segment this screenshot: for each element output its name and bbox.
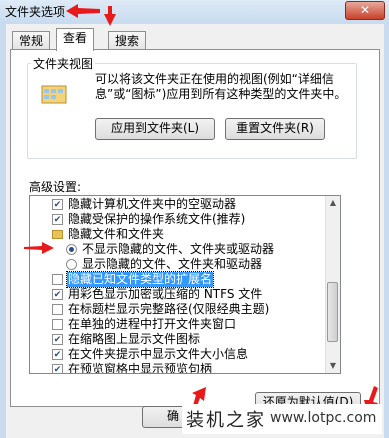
- list-item-label: 不显示隐藏的文件、文件夹或驱动器: [82, 242, 275, 256]
- view-tab-panel: 文件夹视图 可以将该文件夹正在使用的视图(例如“详细信 息”或“图标”)应用到所…: [10, 49, 380, 414]
- description-line-1: 可以将该文件夹正在使用的视图(例如“详细信: [95, 72, 334, 86]
- dialog-client: 常规 查看 搜索 文件夹视图 可以将该文件夹正在使用的视图(例如“详细信 息”或…: [6, 24, 384, 438]
- radio-button[interactable]: [66, 259, 77, 270]
- list-item-label: 隐藏已知文件类型的扩展名: [65, 271, 215, 288]
- list-item-label: 在单独的进程中打开文件夹窗口: [68, 317, 237, 331]
- list-item-label: 在文件夹提示中显示文件大小信息: [68, 347, 249, 361]
- close-icon: ✕: [359, 3, 371, 17]
- tab-search-label: 搜索: [115, 34, 140, 48]
- window-title: 文件夹选项: [5, 5, 66, 19]
- watermark-url: www.lotpc.com: [270, 410, 377, 426]
- radio-button[interactable]: [66, 244, 77, 255]
- folder-icon: [52, 230, 63, 239]
- close-button[interactable]: ✕: [345, 1, 385, 20]
- list-item-label: 在标题栏显示完整路径(仅限经典主题): [68, 302, 270, 316]
- list-item-label: 在预览窗格中显示预览句柄: [68, 362, 213, 374]
- checkbox[interactable]: ✔: [52, 214, 63, 225]
- list-item-label: 隐藏受保护的操作系统文件(推荐): [68, 212, 246, 226]
- checkbox[interactable]: [52, 304, 63, 315]
- watermark-logo: 装机之家: [186, 410, 266, 431]
- list-item-label: 用彩色显示加密或压缩的 NTFS 文件: [68, 287, 263, 301]
- title-bar: 文件夹选项 ✕: [0, 0, 389, 22]
- annotation-arrow-icon: [66, 4, 100, 18]
- folder-views-description: 可以将该文件夹正在使用的视图(例如“详细信 息”或“图标”)应用到所有这种类型的…: [95, 72, 346, 102]
- list-item-label: 显示隐藏的文件、文件夹和驱动器: [82, 257, 263, 271]
- tab-search[interactable]: 搜索: [108, 31, 147, 50]
- annotation-arrow-icon: [104, 6, 116, 26]
- checkbox[interactable]: ✔: [52, 289, 63, 300]
- checkbox[interactable]: [52, 274, 63, 285]
- checkbox[interactable]: ✔: [52, 334, 63, 345]
- advanced-settings-list[interactable]: ✔ 隐藏计算机文件夹中的空驱动器 ✔ 隐藏受保护的操作系统文件(推荐) 隐藏文件…: [29, 195, 341, 374]
- list-item-label: 在缩略图上显示文件图标: [68, 332, 201, 346]
- scroll-thumb[interactable]: [327, 282, 338, 342]
- list-item-label: 隐藏计算机文件夹中的空驱动器: [68, 197, 237, 211]
- folder-views-label: 文件夹视图: [31, 55, 96, 72]
- checkbox[interactable]: ✔: [52, 364, 63, 373]
- annotation-arrow-icon: [24, 242, 54, 254]
- reset-folders-button[interactable]: 重置文件夹(R): [225, 118, 325, 140]
- tab-general-label: 常规: [19, 34, 44, 48]
- advanced-settings-label: 高级设置:: [29, 180, 82, 194]
- checkbox[interactable]: ✔: [52, 199, 63, 210]
- tab-view[interactable]: 查看: [56, 28, 95, 51]
- tab-general[interactable]: 常规: [12, 31, 51, 50]
- checkbox[interactable]: [52, 319, 63, 330]
- tab-view-label: 查看: [63, 31, 88, 45]
- apply-to-folders-button[interactable]: 应用到文件夹(L): [95, 118, 215, 140]
- folder-view-icon: [41, 85, 67, 104]
- scroll-down-icon[interactable]: ▼: [326, 359, 340, 373]
- watermark: 装机之家 www.lotpc.com: [182, 404, 382, 434]
- list-item-label: 隐藏文件和文件夹: [68, 227, 165, 241]
- checkbox[interactable]: ✔: [52, 349, 63, 360]
- scroll-up-icon[interactable]: ▲: [326, 196, 340, 210]
- description-line-2: 息”或“图标”)应用到所有这种类型的文件夹中。: [95, 87, 347, 101]
- list-scrollbar[interactable]: ▲ ▼: [325, 196, 340, 373]
